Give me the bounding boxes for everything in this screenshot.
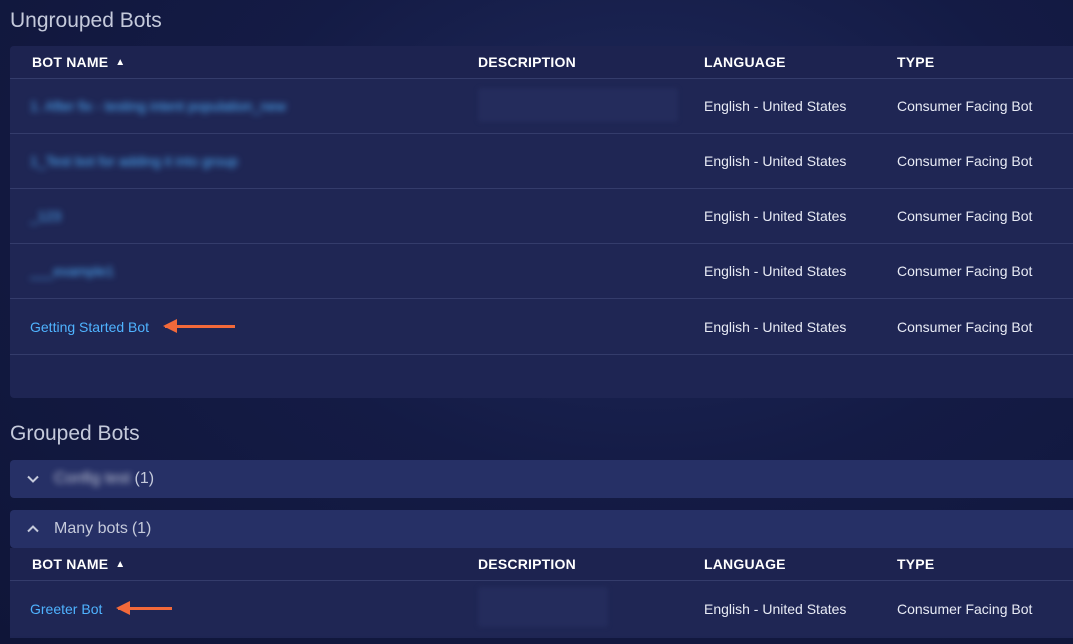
language-cell: English - United States <box>704 208 847 224</box>
group-header-config-test[interactable]: Config test (1) <box>10 460 1073 498</box>
ungrouped-bots-title: Ungrouped Bots <box>10 9 162 32</box>
column-header-type: TYPE <box>897 556 935 572</box>
many-bots-table: BOT NAME ▲ DESCRIPTION LANGUAGE TYPE Gre… <box>10 548 1073 638</box>
type-cell: Consumer Facing Bot <box>897 208 1033 224</box>
type-cell: Consumer Facing Bot <box>897 98 1033 114</box>
chevron-up-icon[interactable] <box>26 522 40 536</box>
column-header-bot-name[interactable]: BOT NAME ▲ <box>10 556 456 572</box>
table-header: BOT NAME ▲ DESCRIPTION LANGUAGE TYPE <box>10 46 1073 79</box>
type-cell: Consumer Facing Bot <box>897 153 1033 169</box>
table-row: Getting Started Bot English - United Sta… <box>10 299 1073 355</box>
column-header-description: DESCRIPTION <box>478 556 576 572</box>
language-cell: English - United States <box>704 318 847 335</box>
ungrouped-bots-table: BOT NAME ▲ DESCRIPTION LANGUAGE TYPE 1. … <box>10 46 1073 398</box>
table-row: ___example1 English - United States Cons… <box>10 244 1073 299</box>
language-cell: English - United States <box>704 600 847 617</box>
table-row: Greeter Bot English - United States Cons… <box>10 581 1073 636</box>
bot-name-link[interactable]: ___example1 <box>30 263 114 279</box>
group-count: (1) <box>131 520 152 537</box>
column-header-type: TYPE <box>897 54 935 70</box>
column-header-bot-name[interactable]: BOT NAME ▲ <box>10 54 456 70</box>
bot-name-link[interactable]: _123 <box>30 208 61 224</box>
sort-ascending-icon[interactable]: ▲ <box>115 57 125 68</box>
description-redacted <box>478 587 608 627</box>
column-header-language: LANGUAGE <box>704 54 786 70</box>
group-header-many-bots[interactable]: Many bots (1) <box>10 510 1073 548</box>
column-header-label: BOT NAME <box>32 54 109 70</box>
bot-name-link[interactable]: 1. After fix - testing intent population… <box>30 98 286 114</box>
bot-name-link[interactable]: Greeter Bot <box>30 601 102 617</box>
grouped-bots-title: Grouped Bots <box>10 422 140 445</box>
column-header-description: DESCRIPTION <box>478 54 576 70</box>
description-redacted <box>478 87 678 122</box>
type-cell: Consumer Facing Bot <box>897 263 1033 279</box>
table-row: 1. After fix - testing intent population… <box>10 79 1073 134</box>
arrow-left-icon <box>163 319 236 333</box>
type-cell: Consumer Facing Bot <box>897 600 1033 617</box>
group-count: (1) <box>134 470 155 487</box>
table-header: BOT NAME ▲ DESCRIPTION LANGUAGE TYPE <box>10 548 1073 581</box>
type-cell: Consumer Facing Bot <box>897 318 1033 335</box>
column-header-language: LANGUAGE <box>704 556 786 572</box>
language-cell: English - United States <box>704 98 847 114</box>
bot-name-link[interactable]: Getting Started Bot <box>30 319 149 335</box>
table-row: 1_Test bot for adding it into group Engl… <box>10 134 1073 189</box>
sort-ascending-icon[interactable]: ▲ <box>115 559 125 570</box>
group-name: Config test <box>54 470 131 487</box>
column-header-label: BOT NAME <box>32 556 109 572</box>
bot-name-link[interactable]: 1_Test bot for adding it into group <box>30 153 238 169</box>
group-name: Many bots <box>54 520 128 537</box>
arrow-left-icon <box>116 601 173 615</box>
table-row: _123 English - United States Consumer Fa… <box>10 189 1073 244</box>
chevron-down-icon[interactable] <box>26 472 40 486</box>
language-cell: English - United States <box>704 153 847 169</box>
language-cell: English - United States <box>704 263 847 279</box>
